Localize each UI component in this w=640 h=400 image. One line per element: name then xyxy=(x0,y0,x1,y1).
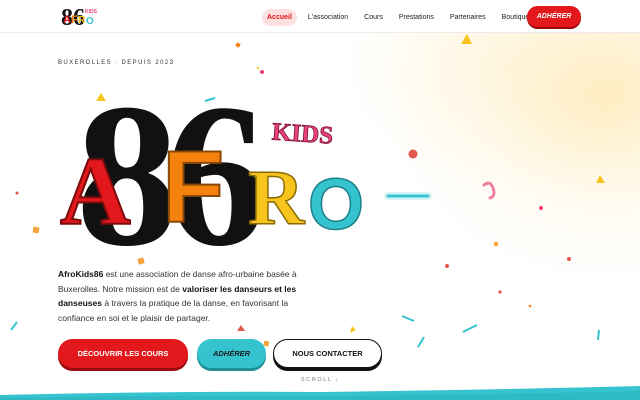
site-header: 86 A F R O KIDS Accueil L'association Co… xyxy=(0,0,640,33)
logo-letter-f: F xyxy=(162,130,224,244)
bottom-wave-band xyxy=(0,386,640,400)
nav-item-association[interactable]: L'association xyxy=(303,9,353,26)
nav-item-accueil[interactable]: Accueil xyxy=(262,8,297,26)
description-brand: AfroKids86 xyxy=(58,269,104,279)
scroll-indicator[interactable]: SCROLL ↓ xyxy=(301,377,340,383)
logo-letter-r: R xyxy=(248,154,306,241)
contact-button[interactable]: NOUS CONTACTER xyxy=(273,339,382,368)
hero-eyebrow: BUXEROLLES · DEPUIS 2023 xyxy=(58,60,175,66)
hero-adherer-button[interactable]: ADHÉRER xyxy=(197,339,266,368)
afrokids86-logo[interactable]: 86 A F R O KIDS xyxy=(60,4,102,28)
main-nav: Accueil L'association Cours Prestations … xyxy=(262,7,540,27)
hero-description: AfroKids86 est une association de danse … xyxy=(58,267,310,325)
svg-text:KIDS: KIDS xyxy=(85,9,98,15)
logo-letter-a: A xyxy=(60,138,131,246)
logo-letter-o: O xyxy=(308,165,364,245)
nav-item-partenaires[interactable]: Partenaires xyxy=(445,9,491,26)
afrokids86-hero-logo: 86 A F R O KIDS xyxy=(59,74,365,260)
svg-text:A: A xyxy=(63,14,71,26)
header-adherer-button[interactable]: ADHÉRER xyxy=(527,6,581,27)
svg-text:O: O xyxy=(86,16,94,27)
nav-item-prestations[interactable]: Prestations xyxy=(394,9,439,26)
svg-text:R: R xyxy=(78,15,86,26)
discover-courses-button[interactable]: DÉCOUVRIR LES COURS xyxy=(58,339,188,368)
svg-text:F: F xyxy=(71,14,78,26)
nav-item-cours[interactable]: Cours xyxy=(359,9,388,26)
logo-kids: KIDS xyxy=(271,119,334,150)
